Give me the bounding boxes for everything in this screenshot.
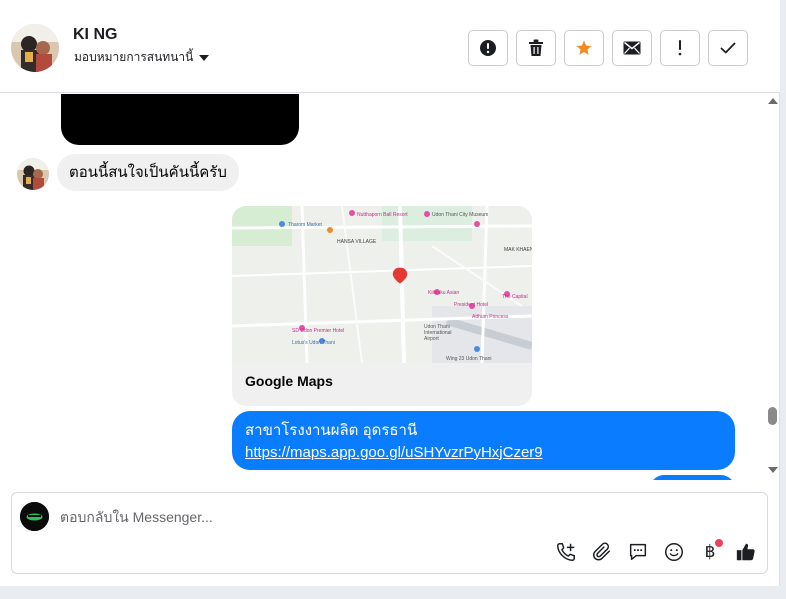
map-preview: Nutthaporn Ball Resort Udon Thani City M… [232, 206, 532, 363]
reply-input[interactable] [60, 507, 560, 527]
contact-name: KI NG [73, 26, 118, 43]
svg-text:SD Udon Premier Hotel: SD Udon Premier Hotel [292, 328, 344, 334]
thumbs-up-icon [736, 543, 755, 561]
incoming-message: ตอนนี้สนใจเป็นคันนี้ครับ [57, 154, 239, 191]
svg-text:MAK KHAENG: MAK KHAENG [504, 247, 532, 253]
svg-text:Nutthaporn Ball Resort: Nutthaporn Ball Resort [357, 212, 408, 218]
svg-text:Wing 23 Udon Thani: Wing 23 Udon Thani [446, 356, 492, 362]
emoji-button[interactable] [661, 539, 687, 565]
google-maps-card[interactable]: Nutthaporn Ball Resort Udon Thani City M… [232, 206, 532, 406]
page-avatar [20, 502, 49, 531]
trash-icon [529, 39, 543, 56]
svg-text:Kiilauku Asian: Kiilauku Asian [428, 290, 459, 296]
add-call-icon [557, 543, 575, 561]
delete-button[interactable] [516, 30, 556, 66]
assign-label: มอบหมายการสนทนานี้ [74, 50, 194, 64]
media-attachment[interactable] [61, 94, 299, 145]
star-icon [576, 40, 592, 55]
add-call-button[interactable] [553, 539, 579, 565]
saved-replies-button[interactable] [625, 539, 651, 565]
alert-circle-icon [480, 40, 496, 56]
star-button[interactable] [564, 30, 604, 66]
chat-template-icon [629, 543, 647, 561]
contact-avatar-small [17, 158, 49, 190]
conversation-header: KI NG มอบหมายการสนทนานี้ [0, 0, 780, 93]
header-actions [468, 30, 748, 66]
attach-file-button[interactable] [589, 539, 615, 565]
svg-text:Atthum Princess: Atthum Princess [472, 314, 509, 320]
mark-done-button[interactable] [708, 30, 748, 66]
contact-avatar[interactable] [11, 24, 59, 72]
maps-link[interactable]: https://maps.app.goo.gl/uSHYvzrPyHxjCzer… [245, 442, 722, 464]
check-icon [720, 42, 736, 54]
outgoing-message-partial [650, 475, 735, 480]
composer-toolbar: ฿ [553, 539, 759, 565]
assign-conversation-dropdown[interactable]: มอบหมายการสนทนานี้ [74, 48, 210, 67]
conversation-panel: KI NG มอบหมายการสนทนานี้ ตอนนี้สนใจเป็นค… [0, 0, 780, 586]
svg-text:Lotus's Udon Thani: Lotus's Udon Thani [292, 340, 335, 346]
scrollbar-thumb[interactable] [768, 407, 777, 425]
mark-spam-button[interactable] [468, 30, 508, 66]
reply-composer: ฿ [11, 492, 768, 574]
mark-unread-button[interactable] [612, 30, 652, 66]
exclamation-icon [678, 40, 682, 56]
baht-payment-icon: ฿ [704, 542, 716, 562]
scroll-down-arrow[interactable] [768, 467, 778, 473]
like-button[interactable] [733, 539, 759, 565]
message-list[interactable]: ตอนนี้สนใจเป็นคันนี้ครับ Nutthaporn Ball… [0, 94, 766, 480]
follow-up-button[interactable] [660, 30, 700, 66]
svg-text:HANSA VILLAGE: HANSA VILLAGE [337, 239, 377, 245]
caret-down-icon [199, 55, 210, 61]
svg-text:Tharom Market: Tharom Market [288, 222, 323, 228]
paperclip-icon [593, 542, 611, 561]
map-card-caption: Google Maps [245, 373, 333, 389]
envelope-icon [623, 41, 641, 55]
svg-text:Udon Thani City Museum: Udon Thani City Museum [432, 212, 488, 218]
svg-text:President Hotel: President Hotel [454, 302, 488, 308]
svg-text:Airport: Airport [424, 336, 439, 342]
outgoing-message: สาขาโรงงานผลิต อุดรธานี https://maps.app… [232, 411, 735, 470]
outgoing-message-title: สาขาโรงงานผลิต อุดรธานี [245, 422, 418, 439]
svg-text:The Capital: The Capital [502, 294, 528, 300]
payment-button[interactable]: ฿ [697, 539, 723, 565]
notification-dot [715, 539, 723, 547]
emoji-icon [665, 543, 683, 561]
scroll-up-arrow[interactable] [768, 98, 778, 104]
